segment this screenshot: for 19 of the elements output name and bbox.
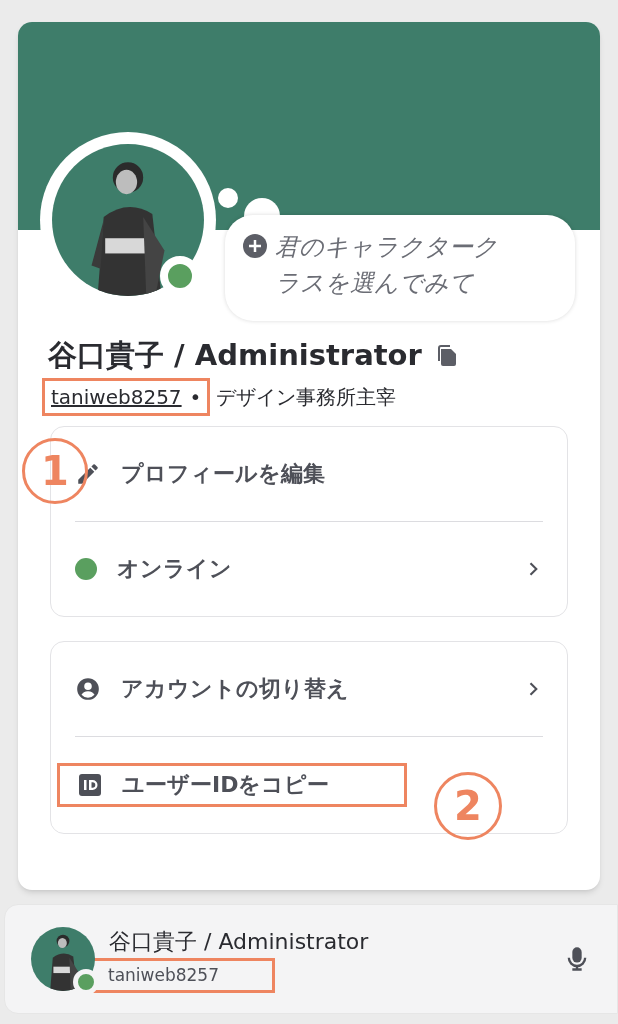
display-name: 谷口貴子 / Administrator [48,337,422,374]
display-name: 谷口貴子 / Administrator [109,927,370,956]
username: taniweb8257 [108,964,219,985]
menu-label: ユーザーIDをコピー [122,771,331,799]
menu-item[interactable]: ユーザーIDをコピー [57,762,407,807]
menu-label: オンライン [117,555,233,583]
menu-label: アカウントの切り替え [121,675,350,703]
menu-label: プロフィールを編集 [121,460,326,488]
custom-status-bubble[interactable]: 君のキャラクタークラスを選んでみて [225,215,575,321]
username-link[interactable]: taniweb8257 [51,381,182,412]
menu-item[interactable]: オンライン [57,521,561,616]
separator-dot: • [189,383,202,411]
bio-text: デザイン事務所主宰 [216,383,397,411]
annotation-number: 1 [22,438,88,504]
annotation-number: 2 [434,772,502,840]
custom-status-text: 君のキャラクタークラスを選んでみて [275,232,499,299]
menu-item[interactable]: アカウントの切り替え [57,641,561,736]
plus-circle-icon [243,234,267,258]
id-badge-icon [78,772,102,797]
